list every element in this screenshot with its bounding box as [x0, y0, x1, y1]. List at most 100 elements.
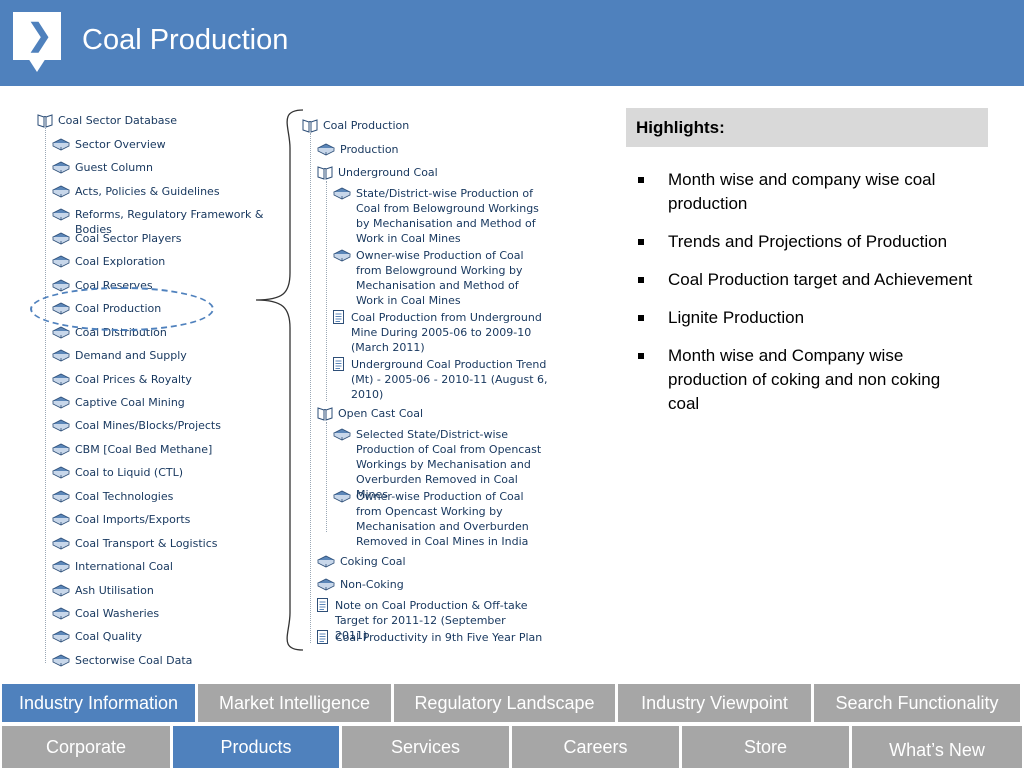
- book-icon: [52, 160, 70, 175]
- tree-item-label: Owner-wise Production of Coal from Below…: [356, 249, 524, 307]
- tree-item-label: Coking Coal: [340, 555, 406, 568]
- book-icon: [317, 142, 335, 157]
- tree-item-label: Coal to Liquid (CTL): [75, 466, 184, 480]
- book-icon: [52, 653, 70, 668]
- book-icon: [52, 231, 70, 246]
- book-icon: [52, 395, 70, 410]
- book-icon: [52, 372, 70, 387]
- tree-item-label: Ash Utilisation: [75, 583, 154, 597]
- open-book-icon: [37, 113, 53, 128]
- nav-careers[interactable]: Careers: [512, 726, 679, 768]
- sidebar-item[interactable]: Sectorwise Coal Data: [52, 653, 302, 668]
- highlight-item: Coal Production target and Achievement: [636, 268, 976, 292]
- tree-item-label: Underground Coal Production Trend (Mt) -…: [351, 358, 548, 401]
- tree-item-label: Production: [340, 143, 399, 156]
- nav-whats-new[interactable]: What’s New: [852, 726, 1022, 768]
- nav-store[interactable]: Store: [682, 726, 849, 768]
- tree-item-label: Coal Transport & Logistics: [75, 536, 218, 550]
- tree-item-label: Coal Washeries: [75, 607, 160, 620]
- tree-item-label: Sector Overview: [75, 138, 166, 151]
- bullet-square-icon: [638, 177, 644, 183]
- tree-item-label: Coal Productivity in 9th Five Year Plan: [335, 631, 543, 644]
- tree-item-label: Demand and Supply: [75, 349, 187, 363]
- book-icon: [52, 465, 70, 480]
- book-icon: [52, 137, 70, 152]
- book-icon: [52, 348, 70, 363]
- highlight-item: Month wise and company wise coal product…: [636, 168, 976, 216]
- book-icon: [317, 554, 335, 569]
- tree-item-label: Acts, Policies & Guidelines: [75, 184, 220, 198]
- tree-item-label: Sectorwise Coal Data: [75, 653, 193, 667]
- tree-item-label: International Coal: [75, 560, 173, 574]
- logo-tail: [28, 58, 46, 72]
- tree-item-label: CBM [Coal Bed Methane]: [75, 442, 213, 456]
- tree-item-label: Coal Exploration: [75, 255, 166, 269]
- tree-connector: [326, 422, 327, 532]
- document-icon: [317, 630, 328, 645]
- tree-item-document[interactable]: Underground Coal Production Trend (Mt) -…: [333, 357, 548, 402]
- highlights-header: Highlights:: [626, 108, 988, 147]
- tree-item-coking-coal[interactable]: Coking Coal: [317, 554, 517, 569]
- tree-item-label: Underground Coal: [338, 166, 438, 179]
- logo: ❯: [13, 12, 61, 60]
- tree-item-label: State/District-wise Production of Coal f…: [356, 187, 539, 245]
- book-icon: [52, 489, 70, 504]
- tree-item-label: Guest Column: [75, 161, 153, 175]
- tree-item-label: Coal Production: [323, 119, 410, 132]
- tree-item-underground-coal[interactable]: Underground Coal: [317, 165, 517, 180]
- nav-products[interactable]: Products: [173, 726, 339, 768]
- nav-services[interactable]: Services: [342, 726, 509, 768]
- tree-item-document[interactable]: Coal Productivity in 9th Five Year Plan: [317, 630, 547, 645]
- open-book-icon: [317, 165, 333, 180]
- book-icon: [52, 629, 70, 644]
- nav-search-functionality[interactable]: Search Functionality: [814, 684, 1020, 722]
- book-icon: [52, 512, 70, 527]
- document-icon: [333, 357, 344, 372]
- nav-industry-information[interactable]: Industry Information: [2, 684, 195, 722]
- tree-item-label: Coal Mines/Blocks/Projects: [75, 419, 221, 433]
- book-icon: [317, 577, 335, 592]
- book-icon: [333, 427, 351, 442]
- document-icon: [317, 598, 328, 613]
- book-icon: [52, 536, 70, 551]
- book-icon: [333, 186, 351, 201]
- tree-item-non-coking[interactable]: Non-Coking: [317, 577, 517, 592]
- book-icon: [333, 248, 351, 263]
- tree-item-document[interactable]: Coal Production from Underground Mine Du…: [333, 310, 548, 355]
- page-title: Coal Production: [82, 24, 289, 56]
- book-icon: [52, 606, 70, 621]
- highlight-item: Lignite Production: [636, 306, 976, 330]
- nav-regulatory-landscape[interactable]: Regulatory Landscape: [394, 684, 615, 722]
- tree-item-open-cast-coal[interactable]: Open Cast Coal: [317, 406, 517, 421]
- highlights-list: Month wise and company wise coal product…: [636, 168, 976, 430]
- nav-industry-viewpoint[interactable]: Industry Viewpoint: [618, 684, 811, 722]
- book-icon: [52, 442, 70, 457]
- nav-corporate[interactable]: Corporate: [2, 726, 170, 768]
- highlight-item: Month wise and Company wise production o…: [636, 344, 976, 416]
- tree-item-document[interactable]: State/District-wise Production of Coal f…: [333, 186, 548, 246]
- tree-item-label: Coal Production from Underground Mine Du…: [351, 311, 542, 354]
- tree-item-label: Coal Sector Database: [58, 114, 178, 127]
- book-icon: [52, 559, 70, 574]
- tree-item-document[interactable]: Owner-wise Production of Coal from Openc…: [333, 489, 548, 549]
- tree-item-production[interactable]: Production: [317, 142, 517, 157]
- highlights-title: Highlights:: [636, 118, 725, 137]
- nav-market-intelligence[interactable]: Market Intelligence: [198, 684, 391, 722]
- tree-item-document[interactable]: Owner-wise Production of Coal from Below…: [333, 248, 548, 308]
- book-icon: [333, 489, 351, 504]
- tree-item-label: Coal Technologies: [75, 489, 174, 503]
- tree-item-label: Coal Sector Players: [75, 231, 182, 245]
- tree-item-label: Non-Coking: [340, 578, 404, 591]
- tree-connector: [310, 133, 311, 643]
- tree-connector: [326, 181, 327, 401]
- tree-item-label: Captive Coal Mining: [75, 395, 185, 409]
- bullet-square-icon: [638, 239, 644, 245]
- tree-root-coal-sector-database[interactable]: Coal Sector Database: [37, 113, 257, 128]
- book-icon: [52, 184, 70, 199]
- document-icon: [333, 310, 344, 325]
- tree-root-coal-production[interactable]: Coal Production: [302, 118, 502, 133]
- open-book-icon: [302, 118, 318, 133]
- tree-item-label: Open Cast Coal: [338, 407, 424, 420]
- book-icon: [52, 418, 70, 433]
- chevron-right-icon: ❯: [27, 19, 53, 52]
